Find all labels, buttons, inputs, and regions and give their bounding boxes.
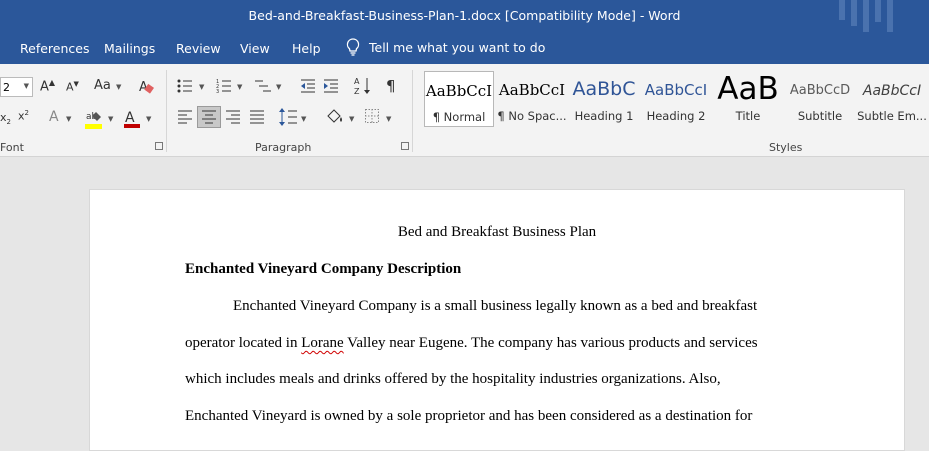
font-color-icon[interactable]: A bbox=[123, 108, 141, 130]
style-preview: AaBbC bbox=[572, 78, 636, 100]
style-normal[interactable]: AaBbCcI ¶ Normal bbox=[424, 71, 494, 127]
style-subtle-emphasis[interactable]: AaBbCcI Subtle Em... bbox=[857, 71, 927, 127]
paragraph-group-label: Paragraph bbox=[255, 141, 312, 154]
body-text: Valley near Eugene. The company has vari… bbox=[343, 335, 758, 351]
justify-icon[interactable] bbox=[250, 110, 264, 124]
line-spacing-icon[interactable] bbox=[279, 108, 297, 126]
ribbon: 2 ▼ A▲ A▼ Aa ▼ A x2 x2 A ▼ ab ▼ A ▼ Font… bbox=[0, 64, 929, 157]
tab-help[interactable]: Help bbox=[292, 41, 321, 56]
style-preview: AaBbCcI bbox=[425, 82, 493, 100]
text-effects-icon[interactable]: A bbox=[49, 109, 59, 125]
numbering-icon[interactable]: 123 bbox=[216, 78, 232, 94]
document-page[interactable]: Bed and Breakfast Business Plan Enchante… bbox=[89, 189, 905, 451]
style-heading-1[interactable]: AaBbC Heading 1 bbox=[569, 71, 639, 127]
chevron-down-icon: ▼ bbox=[301, 115, 307, 123]
group-separator bbox=[166, 70, 167, 152]
style-subtitle[interactable]: AaBbCcD Subtitle bbox=[785, 71, 855, 127]
tab-references[interactable]: References bbox=[20, 41, 89, 56]
title-decoration bbox=[839, 0, 893, 32]
body-line: which includes meals and drinks offered … bbox=[185, 371, 721, 387]
change-case-icon[interactable]: Aa bbox=[94, 78, 111, 93]
superscript-icon[interactable]: x2 bbox=[18, 109, 29, 123]
tab-review[interactable]: Review bbox=[176, 41, 221, 56]
clear-formatting-icon[interactable]: A bbox=[138, 77, 154, 95]
chevron-down-icon: ▼ bbox=[108, 115, 114, 123]
font-size-value: 2 bbox=[3, 81, 10, 94]
svg-text:A: A bbox=[354, 77, 360, 86]
font-size-box[interactable]: 2 ▼ bbox=[0, 77, 33, 97]
paragraph-dialog-launcher[interactable] bbox=[401, 142, 409, 150]
style-preview: AaBbCcD bbox=[789, 83, 851, 98]
style-title[interactable]: AaB Title bbox=[713, 71, 783, 127]
style-preview: AaBbCcI bbox=[644, 81, 708, 99]
shading-icon[interactable] bbox=[325, 108, 345, 126]
style-no-spacing[interactable]: AaBbCcI ¶ No Spac... bbox=[497, 71, 567, 127]
chevron-down-icon: ▼ bbox=[23, 82, 29, 90]
sort-icon[interactable]: A Z bbox=[354, 76, 372, 96]
title-bar: Bed-and-Breakfast-Business-Plan-1.docx [… bbox=[0, 0, 929, 32]
shrink-font-icon[interactable]: A▼ bbox=[66, 80, 79, 94]
chevron-down-icon: ▼ bbox=[66, 115, 72, 123]
tell-me-search[interactable]: Tell me what you want to do bbox=[346, 38, 545, 56]
style-preview: AaBbCcI bbox=[498, 81, 566, 99]
style-name: Subtitle bbox=[797, 109, 843, 123]
borders-icon[interactable] bbox=[365, 109, 379, 123]
align-center-button[interactable] bbox=[197, 106, 221, 128]
style-heading-2[interactable]: AaBbCcI Heading 2 bbox=[641, 71, 711, 127]
tab-mailings[interactable]: Mailings bbox=[104, 41, 155, 56]
chevron-down-icon: ▼ bbox=[199, 83, 205, 91]
ribbon-tabs: References Mailings Review View Help Tel… bbox=[0, 32, 929, 64]
svg-text:Z: Z bbox=[354, 87, 360, 96]
chevron-down-icon: ▼ bbox=[146, 115, 152, 123]
style-name: Heading 2 bbox=[646, 109, 706, 123]
chevron-down-icon: ▼ bbox=[386, 115, 392, 123]
decrease-indent-icon[interactable] bbox=[300, 78, 316, 94]
tell-me-text: Tell me what you want to do bbox=[369, 39, 546, 55]
bullets-icon[interactable] bbox=[177, 78, 193, 94]
section-heading: Enchanted Vineyard Company Description bbox=[185, 261, 462, 277]
increase-indent-icon[interactable] bbox=[323, 78, 339, 94]
chevron-down-icon: ▼ bbox=[116, 83, 122, 91]
chevron-down-icon: ▼ bbox=[349, 115, 355, 123]
show-formatting-marks-icon[interactable]: ¶ bbox=[386, 77, 396, 95]
style-name: Title bbox=[735, 109, 761, 123]
svg-text:3: 3 bbox=[216, 89, 219, 94]
font-group-label: Font bbox=[0, 141, 24, 154]
align-center-icon bbox=[202, 110, 216, 124]
chevron-down-icon: ▼ bbox=[237, 83, 243, 91]
highlight-icon[interactable]: ab bbox=[84, 108, 106, 130]
align-left-icon[interactable] bbox=[178, 110, 192, 124]
styles-group-label: Styles bbox=[769, 141, 803, 154]
font-dialog-launcher[interactable] bbox=[155, 142, 163, 150]
style-name: ¶ No Spac... bbox=[497, 109, 567, 123]
document-title: Bed and Breakfast Business Plan bbox=[397, 224, 597, 240]
style-name: Heading 1 bbox=[574, 109, 634, 123]
svg-text:A: A bbox=[125, 110, 135, 126]
align-right-icon[interactable] bbox=[226, 110, 240, 124]
style-preview: AaB bbox=[717, 71, 779, 107]
body-text: operator located in bbox=[185, 335, 302, 351]
subscript-icon[interactable]: x2 bbox=[0, 111, 11, 126]
window-title: Bed-and-Breakfast-Business-Plan-1.docx [… bbox=[248, 8, 681, 23]
misspelled-word[interactable]: Lorane bbox=[301, 335, 343, 351]
lightbulb-icon bbox=[346, 38, 360, 56]
style-preview: AaBbCcI bbox=[862, 83, 922, 99]
body-line: operator located in Lorane Valley near E… bbox=[185, 335, 758, 352]
body-line: Enchanted Vineyard Company is a small bu… bbox=[233, 298, 758, 314]
grow-font-icon[interactable]: A▲ bbox=[40, 78, 55, 94]
style-name: ¶ Normal bbox=[432, 110, 486, 124]
chevron-down-icon: ▼ bbox=[276, 83, 282, 91]
multilevel-list-icon[interactable] bbox=[254, 78, 272, 94]
body-line: Enchanted Vineyard is owned by a sole pr… bbox=[185, 408, 753, 424]
group-separator bbox=[412, 70, 413, 152]
style-name: Subtle Em... bbox=[857, 109, 927, 123]
tab-view[interactable]: View bbox=[240, 41, 270, 56]
